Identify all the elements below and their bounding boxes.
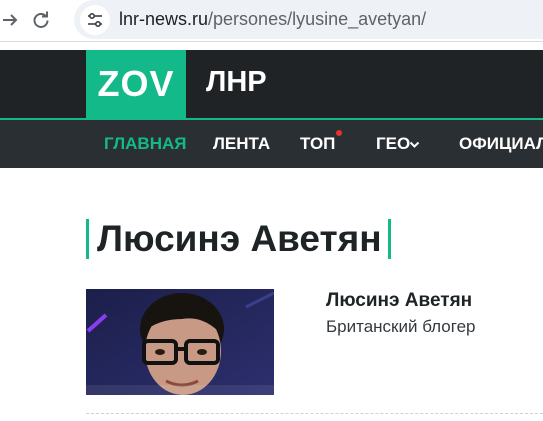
site-info-button[interactable] (80, 5, 110, 35)
forward-button[interactable] (0, 6, 24, 34)
person-photo-image (86, 289, 274, 395)
title-bar-right (387, 219, 391, 259)
url-domain: lnr-news.ru (119, 9, 209, 29)
tune-icon (88, 12, 102, 28)
region-label[interactable]: ЛНР (206, 66, 267, 99)
main-nav: ГЛАВНАЯ ЛЕНТА ТОП ГЕО ОФИЦИАЛ (0, 120, 543, 168)
nav-item-home[interactable]: ГЛАВНАЯ (104, 134, 186, 154)
browser-toolbar: lnr-news.ru/persones/lyusine_avetyan/ (0, 0, 543, 42)
page-title: Люсинэ Аветян (97, 218, 382, 259)
arrow-right-icon (3, 14, 18, 26)
reload-button[interactable] (27, 6, 55, 34)
url-path: /persones/lyusine_avetyan/ (208, 9, 427, 29)
person-name[interactable]: Люсинэ Аветян (326, 290, 472, 312)
chevron-down-icon[interactable] (409, 140, 420, 149)
address-bar[interactable]: lnr-news.ru/persones/lyusine_avetyan/ (74, 0, 543, 39)
nav-item-geo[interactable]: ГЕО (376, 134, 410, 154)
person-photo[interactable] (86, 289, 274, 395)
reload-icon (33, 11, 49, 28)
person-description: Британский блогер (326, 317, 476, 336)
site-header: ZOV ЛНР (0, 50, 543, 118)
site-logo[interactable]: ZOV (86, 50, 186, 118)
nav-item-official[interactable]: ОФИЦИАЛ (459, 134, 543, 154)
content-divider (86, 413, 543, 414)
page-title-block: Люсинэ Аветян (86, 218, 391, 260)
new-indicator-dot (336, 130, 342, 136)
nav-item-feed[interactable]: ЛЕНТА (213, 134, 270, 154)
url-text[interactable]: lnr-news.ru/persones/lyusine_avetyan/ (119, 9, 426, 30)
nav-item-top[interactable]: ТОП (300, 134, 335, 154)
